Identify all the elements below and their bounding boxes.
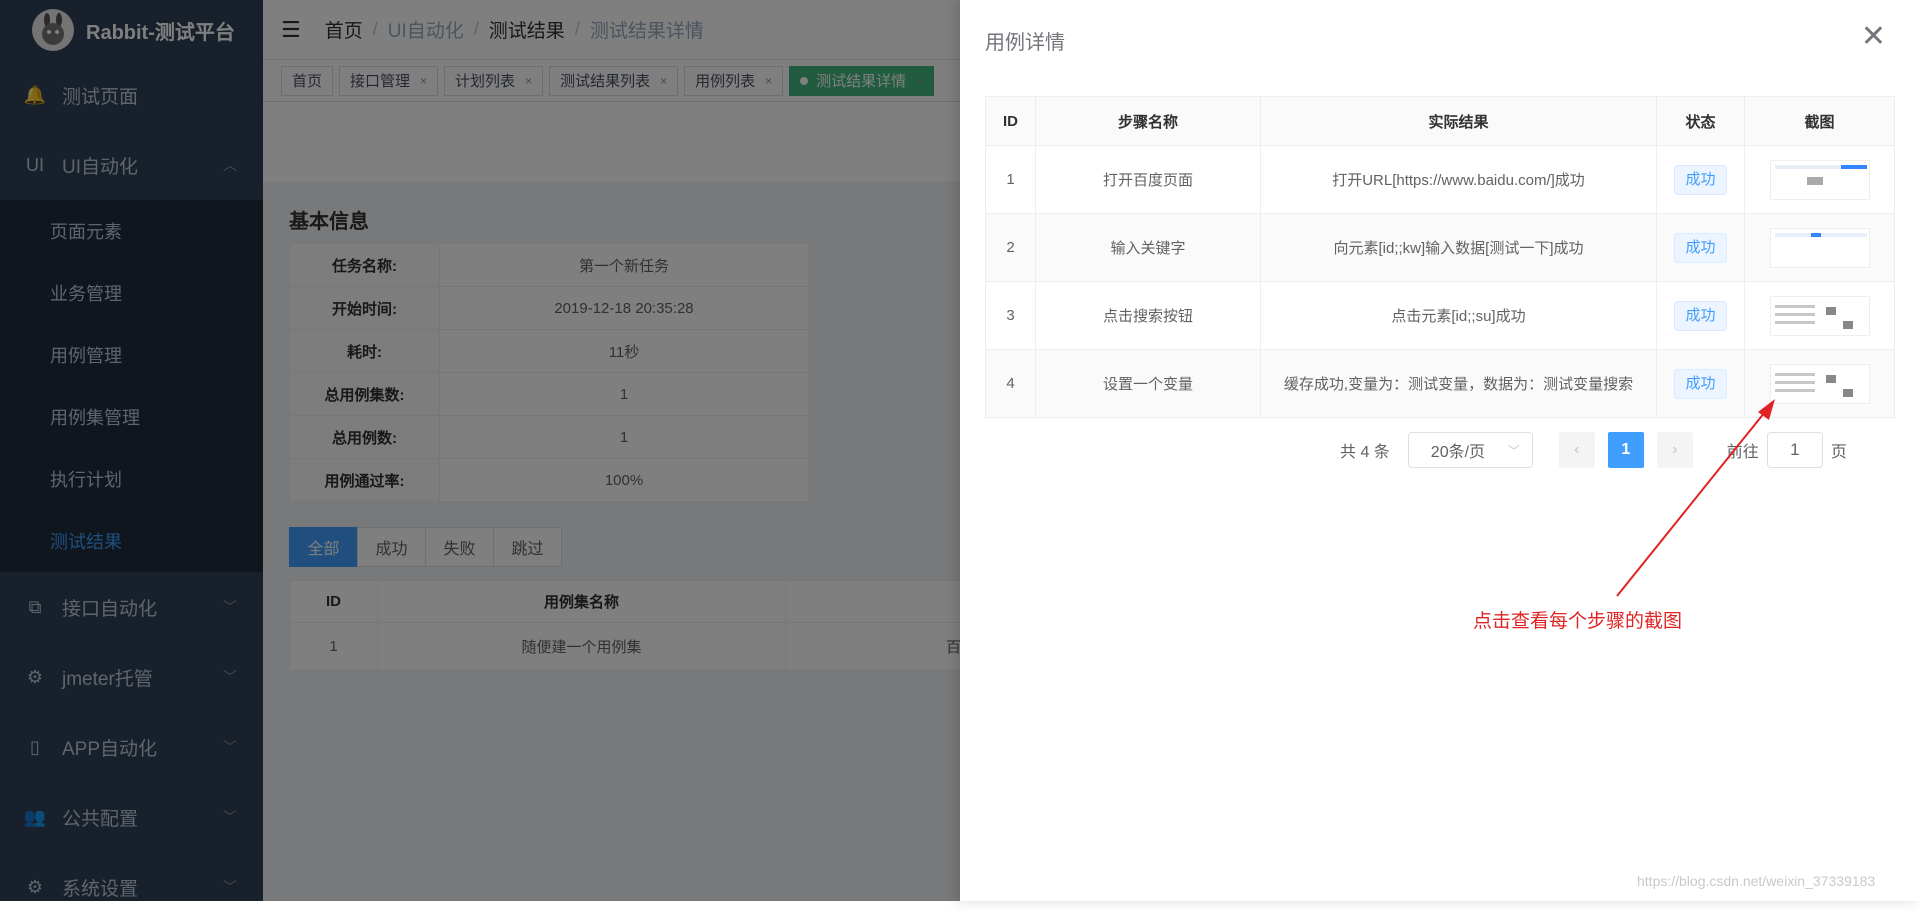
case-detail-drawer: 用例详情 ✕ ID 步骤名称 实际结果 状态 截图 1 打开百度页面 打开URL… <box>960 0 1920 901</box>
watermark: https://blog.csdn.net/weixin_37339183 <box>1637 873 1876 889</box>
annotation-arrow <box>1616 399 1775 597</box>
modal-overlay[interactable] <box>0 0 960 901</box>
annotation-text: 点击查看每个步骤的截图 <box>1473 611 1683 632</box>
